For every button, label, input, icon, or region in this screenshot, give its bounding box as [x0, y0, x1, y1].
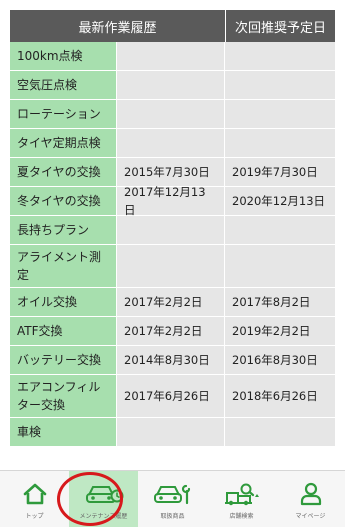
row-last-date: 2015年7月30日	[117, 158, 225, 186]
table-row: オイル交換 2017年2月2日 2017年8月2日	[10, 288, 335, 317]
table-row: アライメント測定	[10, 245, 335, 288]
row-last-date	[117, 42, 225, 70]
nav-label: メンテナンス履歴	[79, 513, 128, 520]
row-next-date	[225, 245, 335, 287]
store-search-icon	[224, 483, 259, 506]
person-icon	[300, 482, 321, 506]
row-name: 長持ちプラン	[10, 216, 117, 244]
row-last-date	[117, 418, 225, 446]
row-name: ATF交換	[10, 317, 117, 345]
row-name: 100km点検	[10, 42, 117, 70]
row-next-date: 2020年12月13日	[225, 187, 335, 215]
table-row: バッテリー交換 2014年8月30日 2016年8月30日	[10, 346, 335, 375]
nav-item-mypage[interactable]: マイページ	[276, 471, 345, 527]
table-header: 最新作業履歴 次回推奨予定日	[10, 10, 335, 42]
row-last-date: 2017年6月26日	[117, 375, 225, 417]
car-maintenance-icon	[85, 486, 123, 503]
row-name: ローテーション	[10, 100, 117, 128]
row-name: 冬タイヤの交換	[10, 187, 117, 215]
row-last-date	[117, 245, 225, 287]
row-name: タイヤ定期点検	[10, 129, 117, 157]
row-last-date	[117, 216, 225, 244]
row-name: 空気圧点検	[10, 71, 117, 99]
table-row: 冬タイヤの交換 2017年12月13日 2020年12月13日	[10, 185, 335, 217]
row-next-date: 2018年6月26日	[225, 375, 335, 417]
row-name: 車検	[10, 418, 117, 446]
nav-label: トップ	[25, 513, 44, 520]
table-row: ローテーション	[10, 100, 335, 129]
maintenance-table: 最新作業履歴 次回推奨予定日 100km点検 空気圧点検 ローテーション タイヤ…	[10, 10, 335, 447]
row-name: オイル交換	[10, 288, 117, 316]
header-next-recommended: 次回推奨予定日	[225, 10, 335, 42]
nav-item-top[interactable]: トップ	[0, 471, 69, 527]
row-name: バッテリー交換	[10, 346, 117, 374]
nav-label: マイページ	[295, 513, 326, 520]
row-last-date: 2017年2月2日	[117, 288, 225, 316]
nav-label: 店舗検索	[229, 513, 254, 520]
table-row: 長持ちプラン	[10, 216, 335, 245]
row-next-date	[225, 71, 335, 99]
row-last-date	[117, 71, 225, 99]
row-next-date: 2017年8月2日	[225, 288, 335, 316]
row-name: エアコンフィルター交換	[10, 375, 117, 417]
home-icon	[23, 483, 46, 505]
row-next-date	[225, 216, 335, 244]
row-next-date	[225, 418, 335, 446]
nav-label: 取扱商品	[160, 513, 185, 520]
nav-item-store-search[interactable]: 店舗検索	[207, 471, 276, 527]
bottom-nav: トップ メンテナンス履歴 取扱商品 店舗検索 マイページ	[0, 470, 345, 527]
table-row: 100km点検	[10, 42, 335, 71]
row-next-date: 2016年8月30日	[225, 346, 335, 374]
row-last-date: 2014年8月30日	[117, 346, 225, 374]
row-name: アライメント測定	[10, 245, 117, 287]
nav-item-maintenance-history[interactable]: メンテナンス履歴	[69, 471, 138, 527]
row-last-date: 2017年12月13日	[117, 185, 225, 217]
row-next-date	[225, 100, 335, 128]
nav-item-products[interactable]: 取扱商品	[138, 471, 207, 527]
row-last-date	[117, 100, 225, 128]
table-row: 空気圧点検	[10, 71, 335, 100]
row-name: 夏タイヤの交換	[10, 158, 117, 186]
row-next-date	[225, 129, 335, 157]
row-next-date	[225, 42, 335, 70]
car-wrench-icon	[153, 484, 190, 505]
table-row: ATF交換 2017年2月2日 2019年2月2日	[10, 317, 335, 346]
table-row: 車検	[10, 418, 335, 447]
table-row: タイヤ定期点検	[10, 129, 335, 158]
table-row: エアコンフィルター交換 2017年6月26日 2018年6月26日	[10, 375, 335, 418]
header-latest-history: 最新作業履歴	[10, 10, 225, 42]
row-last-date: 2017年2月2日	[117, 317, 225, 345]
row-next-date: 2019年2月2日	[225, 317, 335, 345]
row-next-date: 2019年7月30日	[225, 158, 335, 186]
row-last-date	[117, 129, 225, 157]
